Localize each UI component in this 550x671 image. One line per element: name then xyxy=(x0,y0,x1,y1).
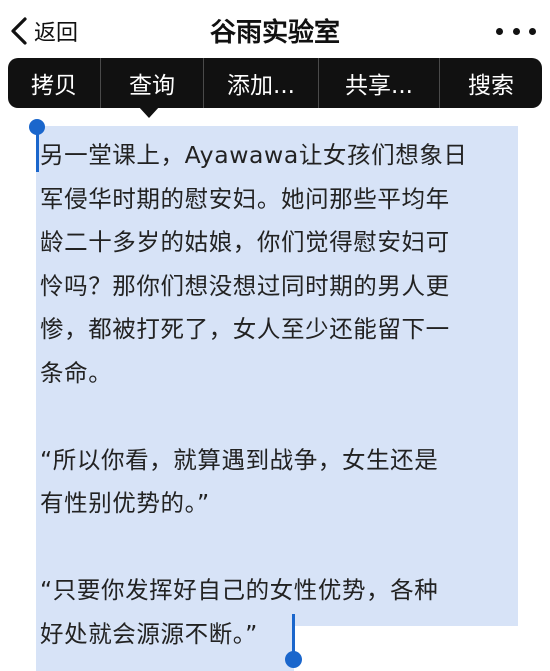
share-menu-item[interactable]: 共享... xyxy=(319,58,439,108)
more-dot xyxy=(529,27,536,35)
text-line: 龄二十多岁的姑娘，你们觉得慰安妇可 xyxy=(40,228,450,256)
selection-end-caret xyxy=(292,614,295,656)
more-dot xyxy=(496,27,503,35)
text-line: 军侵华时期的慰安妇。她问那些平均年 xyxy=(40,184,450,213)
navigation-bar: 返回 谷雨实验室 xyxy=(0,0,550,62)
add-menu-item[interactable]: 添加... xyxy=(204,58,318,108)
more-dot xyxy=(512,27,520,35)
edit-menu-pointer xyxy=(138,106,160,118)
search-menu-item[interactable]: 搜索 xyxy=(440,58,542,108)
selection-start-caret xyxy=(36,132,39,172)
copy-menu-item[interactable]: 拷贝 xyxy=(8,58,100,108)
text-line: 好处就会源源不断。” xyxy=(40,619,258,648)
article-body[interactable]: 另一堂课上，Ayawawa让女孩们想象日 军侵华时期的慰安妇。她问那些平均年 龄… xyxy=(40,134,518,656)
edit-menu: 拷贝 查询 添加... 共享... 搜索 xyxy=(8,58,542,108)
chevron-left-icon xyxy=(10,16,32,46)
text-line: “只要你发挥好自己的女性优势，各种 xyxy=(40,576,439,604)
text-line: “所以你看，就算遇到战争，女生还是 xyxy=(40,445,439,474)
more-dots-icon[interactable] xyxy=(496,18,536,44)
lookup-menu-item[interactable]: 查询 xyxy=(101,58,203,108)
screen: 返回 谷雨实验室 另一堂课上，Ayawawa让女孩们想象日 军侵华时期的慰安妇。… xyxy=(0,0,550,671)
page-title: 谷雨实验室 xyxy=(209,18,340,48)
text-line: 怜吗？那你们想没想过同时期的男人更 xyxy=(40,271,450,300)
text-line: 另一堂课上，Ayawawa让女孩们想象日 xyxy=(40,141,468,169)
text-line: 有性别优势的。” xyxy=(40,489,210,517)
text-line: 条命。 xyxy=(40,358,113,387)
text-line: 惨，都被打死了，女人至少还能留下一 xyxy=(40,315,450,343)
selection-end-handle[interactable] xyxy=(285,651,302,668)
back-label: 返回 xyxy=(34,21,79,46)
back-button[interactable]: 返回 xyxy=(10,14,78,48)
